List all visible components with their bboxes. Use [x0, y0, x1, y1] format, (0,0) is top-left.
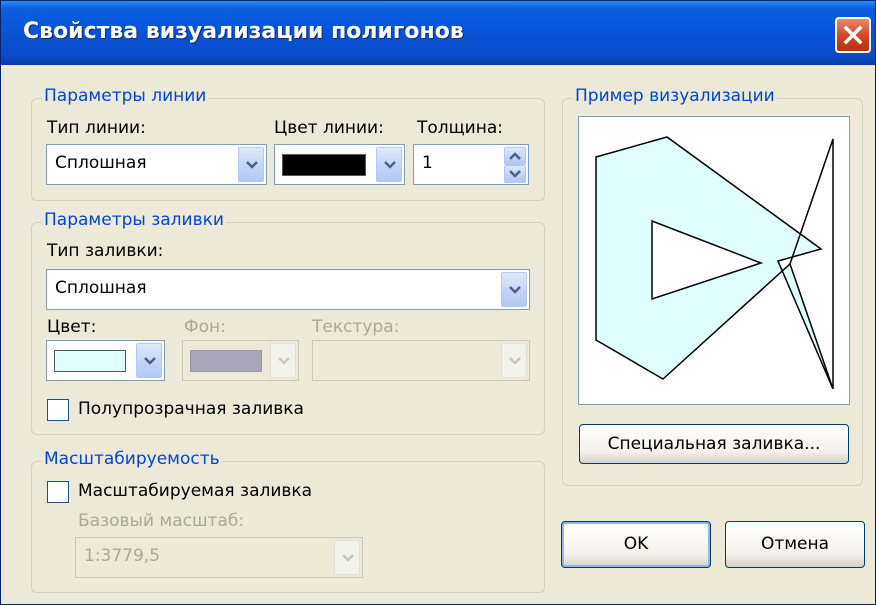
- preview-polygon-crossing: [789, 138, 834, 389]
- spin-down-button[interactable]: [504, 165, 526, 183]
- fill-bg-swatch: [190, 350, 262, 372]
- chevron-down-icon: [144, 356, 156, 365]
- chevron-down-icon: [246, 160, 258, 169]
- base-scale-select[interactable]: 1:3779,5: [75, 537, 363, 578]
- chevron-down-icon: [509, 356, 521, 365]
- polygon-preview: [595, 136, 834, 390]
- fill-bg-select[interactable]: [182, 340, 299, 381]
- cancel-button[interactable]: Отмена: [725, 521, 865, 568]
- preview-legend: Пример визуализации: [573, 86, 777, 106]
- chevron-down-icon: [509, 285, 521, 294]
- fill-type-dropdown-button[interactable]: [501, 272, 527, 307]
- special-fill-button-label: Специальная заливка...: [607, 434, 821, 454]
- base-scale-dropdown-button[interactable]: [334, 540, 360, 575]
- cancel-button-label: Отмена: [760, 534, 830, 554]
- fill-type-value: Сплошная: [55, 278, 147, 298]
- fill-bg-label: Фон:: [184, 317, 226, 337]
- line-width-spinner[interactable]: 1: [413, 144, 529, 185]
- scalable-fill-checkbox[interactable]: [47, 481, 69, 503]
- special-fill-button[interactable]: Специальная заливка...: [579, 424, 849, 464]
- scaling-legend: Масштабируемость: [42, 449, 222, 469]
- close-icon: [843, 25, 863, 45]
- fill-color-swatch: [54, 350, 126, 372]
- line-width-value: 1: [422, 153, 433, 173]
- fill-texture-label: Текстура:: [312, 317, 400, 337]
- arrow-down-icon: [509, 170, 521, 178]
- line-color-dropdown-button[interactable]: [376, 147, 402, 182]
- close-button[interactable]: [835, 17, 871, 53]
- fill-type-select[interactable]: Сплошная: [46, 269, 530, 310]
- line-type-dropdown-button[interactable]: [238, 147, 264, 182]
- line-type-select[interactable]: Сплошная: [46, 144, 267, 185]
- fill-color-select[interactable]: [46, 340, 165, 381]
- chevron-down-icon: [342, 553, 354, 562]
- chevron-down-icon: [384, 160, 396, 169]
- translucent-fill-label[interactable]: Полупрозрачная заливка: [78, 399, 304, 419]
- preview-canvas: [578, 116, 850, 405]
- line-color-select[interactable]: [274, 144, 405, 185]
- line-params-legend: Параметры линии: [42, 86, 209, 106]
- fill-color-dropdown-button[interactable]: [136, 343, 162, 378]
- line-type-value: Сплошная: [55, 153, 147, 173]
- line-color-swatch: [282, 154, 366, 176]
- chevron-down-icon: [278, 356, 290, 365]
- fill-texture-dropdown-button[interactable]: [501, 343, 527, 378]
- fill-texture-select[interactable]: [312, 340, 530, 381]
- base-scale-label: Базовый масштаб:: [78, 511, 245, 531]
- line-color-label: Цвет линии:: [274, 118, 384, 138]
- line-width-label: Толщина:: [417, 118, 503, 138]
- fill-params-legend: Параметры заливки: [42, 210, 226, 230]
- fill-color-label: Цвет:: [47, 317, 97, 337]
- preview-polygon: [595, 136, 834, 390]
- ok-button[interactable]: OK: [561, 521, 711, 568]
- ok-button-label: OK: [623, 534, 649, 554]
- scalable-fill-label[interactable]: Масштабируемая заливка: [78, 481, 312, 501]
- translucent-fill-checkbox[interactable]: [47, 399, 69, 421]
- base-scale-value: 1:3779,5: [84, 546, 161, 566]
- title-bar[interactable]: Свойства визуализации полигонов: [1, 1, 875, 65]
- fill-type-label: Тип заливки:: [47, 241, 164, 261]
- fill-bg-dropdown-button[interactable]: [270, 343, 296, 378]
- arrow-up-icon: [509, 152, 521, 160]
- spin-up-button[interactable]: [504, 147, 526, 165]
- window-title: Свойства визуализации полигонов: [23, 19, 464, 44]
- dialog-window: Свойства визуализации полигонов Параметр…: [0, 0, 876, 605]
- line-type-label: Тип линии:: [47, 118, 146, 138]
